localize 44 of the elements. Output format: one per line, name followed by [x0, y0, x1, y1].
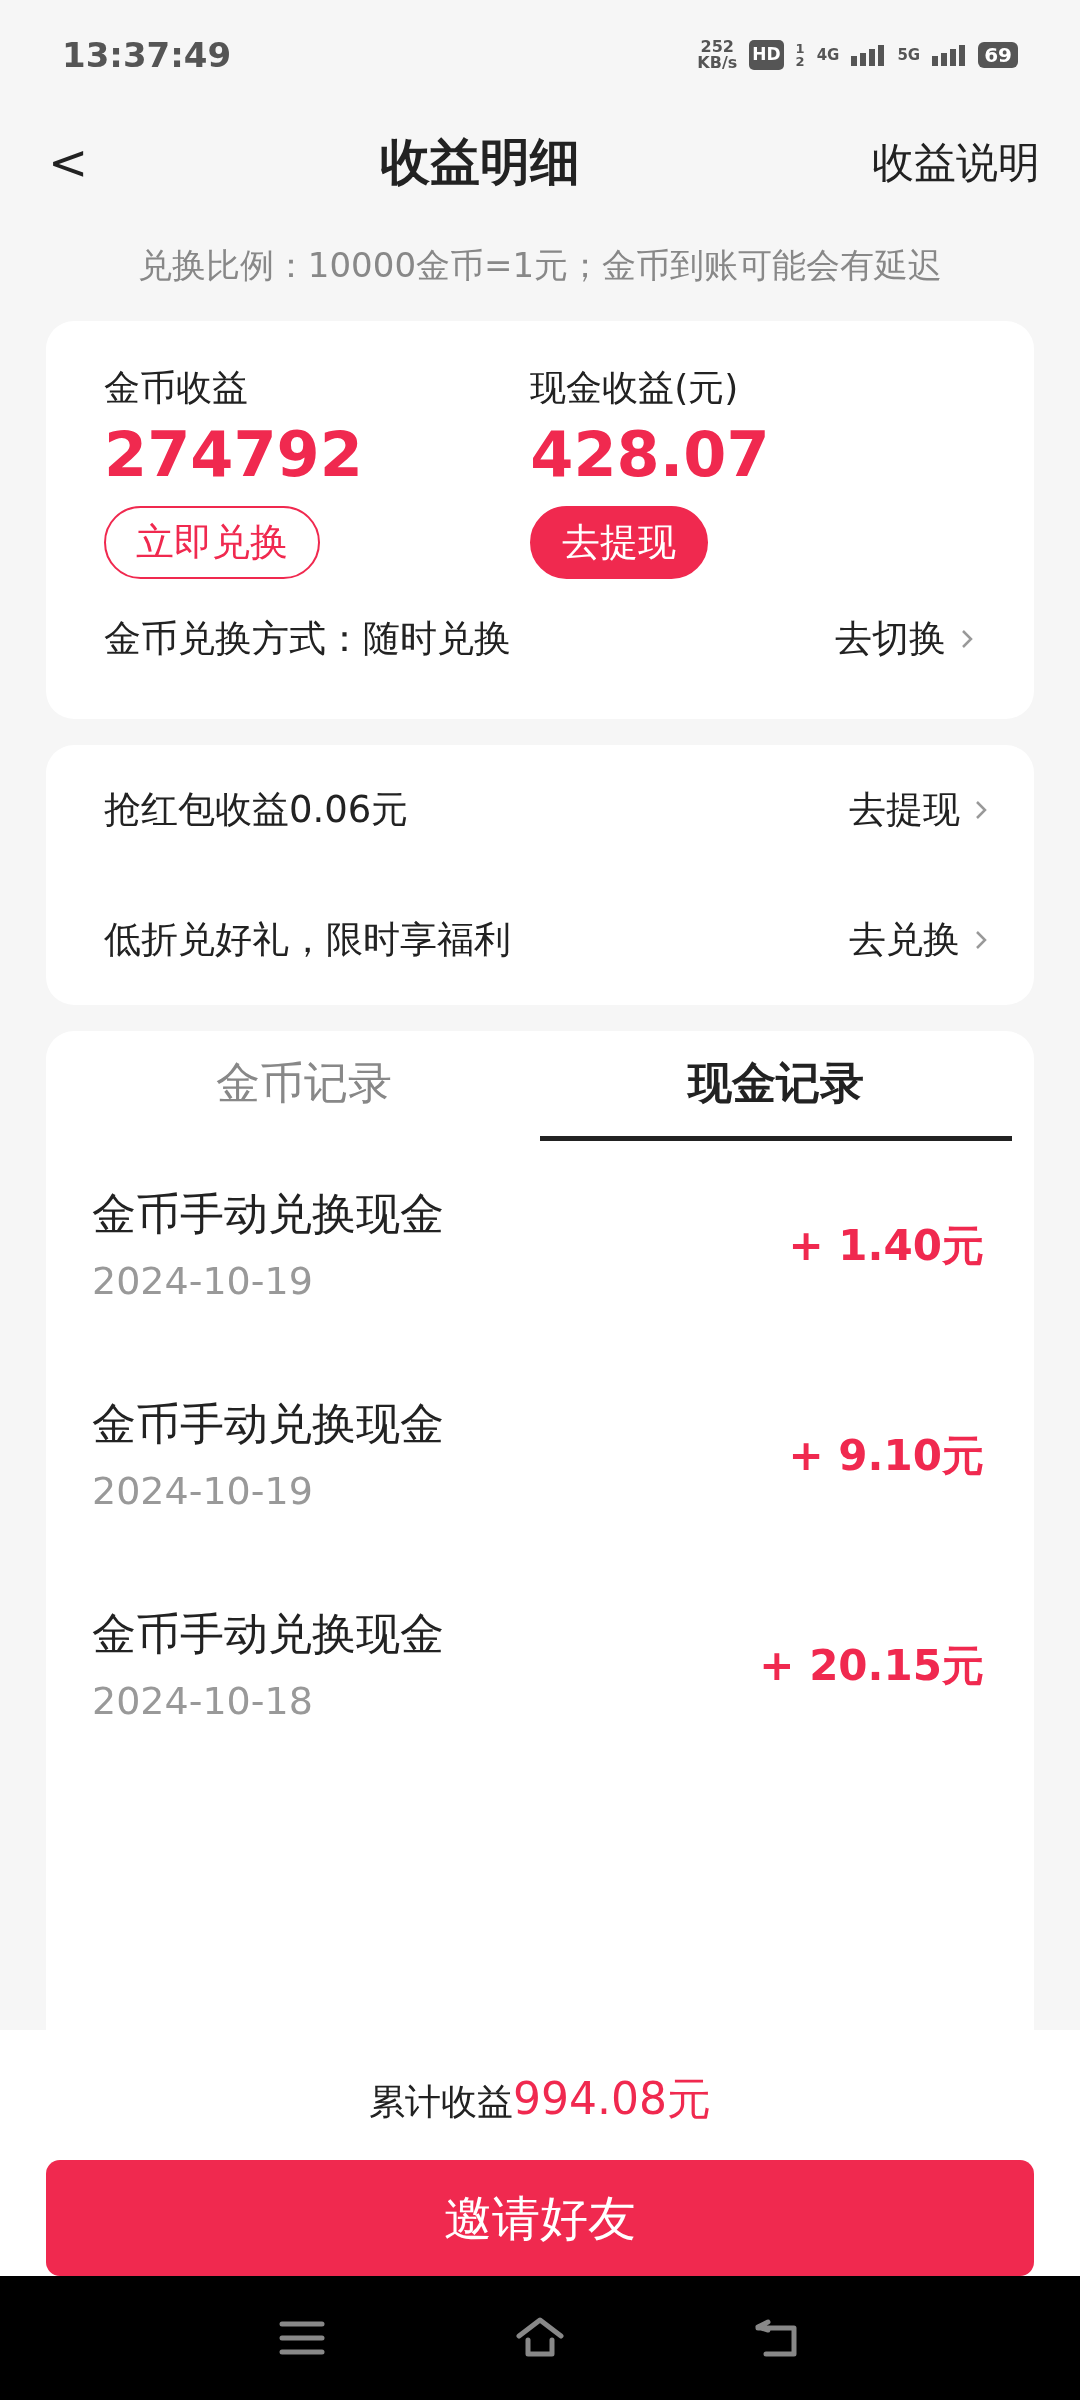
network-type: 4G — [816, 47, 840, 63]
record-date: 2024-10-19 — [92, 1468, 314, 1516]
signal-icon — [851, 44, 886, 66]
record-title: 金币手动兑换现金 — [92, 1607, 444, 1662]
earnings-info-link[interactable]: 收益说明 — [872, 130, 1040, 194]
action-button[interactable]: 去提现 — [530, 505, 709, 579]
stat-value: 274792 — [104, 417, 363, 493]
status-time: 13:37:49 — [62, 33, 232, 77]
battery-level: 69 — [978, 42, 1018, 68]
network-speed: 252 — [700, 39, 734, 55]
row-label: 抢红包收益0.06元 — [104, 786, 409, 833]
record-date: 2024-10-18 — [92, 1678, 314, 1726]
tab[interactable]: 金币记录 — [68, 1030, 540, 1141]
record-amount: + 20.15元 — [759, 1640, 984, 1693]
record-date: 2024-10-19 — [92, 1258, 314, 1306]
signal-icon — [932, 44, 967, 66]
sim-label: 1 — [795, 42, 805, 55]
tab[interactable]: 现金记录 — [540, 1030, 1012, 1141]
page-title: 收益明细 — [380, 131, 581, 193]
chevron-icon — [960, 627, 974, 650]
action-button[interactable]: 立即兑换 — [104, 505, 320, 579]
stat-value: 428.07 — [530, 417, 770, 493]
record-title: 金币手动兑换现金 — [92, 1397, 444, 1452]
network-type: 5G — [897, 47, 921, 63]
record-amount: + 1.40元 — [788, 1220, 984, 1273]
stat-label: 现金收益(元) — [530, 366, 739, 410]
chevron-icon — [974, 928, 988, 951]
row-link[interactable]: 去切换 — [835, 610, 974, 667]
row-link[interactable]: 去兑换 — [849, 911, 988, 968]
record-amount: + 9.10元 — [788, 1430, 984, 1483]
invite-button[interactable]: 邀请好友 — [46, 2160, 1034, 2276]
exchange-note: 兑换比例：10000金币=1元；金币到账可能会有延迟 — [136, 244, 944, 287]
home-icon[interactable] — [516, 2316, 564, 2360]
row-link[interactable]: 去提现 — [849, 781, 988, 838]
stat-label: 金币收益 — [104, 366, 248, 410]
hd-badge: HD — [749, 40, 784, 70]
chevron-icon — [974, 798, 988, 821]
back-button[interactable]: < — [48, 138, 89, 186]
total-earnings: 累计收益994.08元 — [369, 2072, 711, 2126]
record-title: 金币手动兑换现金 — [92, 1187, 444, 1242]
row-label: 金币兑换方式：随时兑换 — [104, 615, 511, 662]
row-label: 低折兑好礼，限时享福利 — [104, 916, 511, 963]
sim-label: 2 — [795, 55, 805, 68]
speed-unit: KB/s — [697, 55, 738, 71]
